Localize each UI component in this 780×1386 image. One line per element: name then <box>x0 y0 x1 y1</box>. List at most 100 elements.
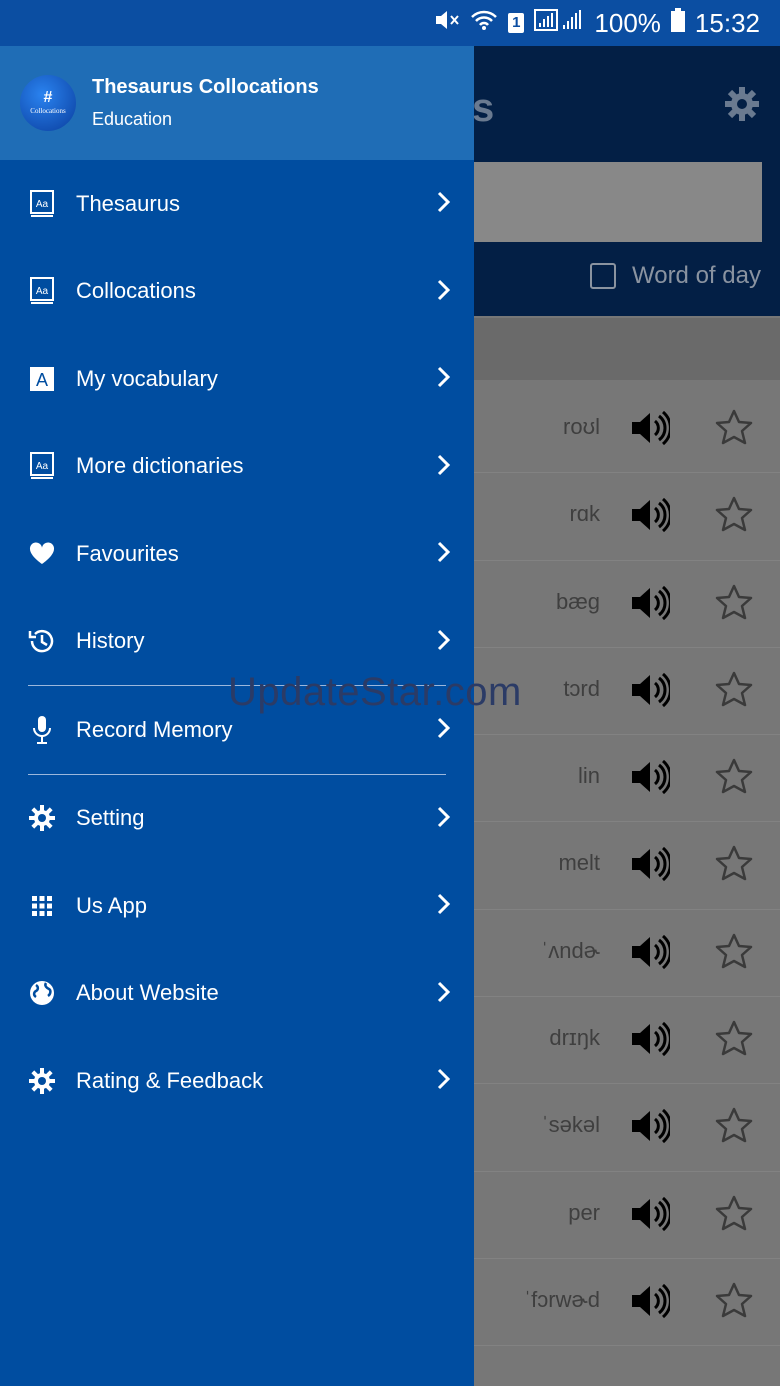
menu-item-label: More dictionaries <box>76 453 244 479</box>
app-logo: # Collocations <box>20 75 76 131</box>
speaker-icon[interactable] <box>630 1196 672 1232</box>
speaker-icon[interactable] <box>630 1021 672 1057</box>
speaker-icon[interactable] <box>630 1283 672 1319</box>
word-of-day-checkbox[interactable] <box>590 263 616 289</box>
chevron-right-icon <box>436 190 452 214</box>
svg-text:Aa: Aa <box>36 286 49 297</box>
star-icon[interactable] <box>714 757 754 797</box>
menu-item-setting[interactable]: Setting <box>0 775 474 863</box>
pronunciation: tɔrd <box>563 675 600 701</box>
menu-item-label: Favourites <box>76 540 179 566</box>
watermark: UpdateStar.com <box>228 670 522 714</box>
pronunciation: rɑk <box>569 501 600 527</box>
signal-icon <box>534 9 584 37</box>
speaker-icon[interactable] <box>630 585 672 621</box>
star-icon[interactable] <box>714 408 754 448</box>
speaker-icon[interactable] <box>630 846 672 882</box>
letter-a-icon: A <box>28 365 56 393</box>
menu-item-label: My vocabulary <box>76 365 218 391</box>
svg-text:Aa: Aa <box>36 461 49 472</box>
star-icon[interactable] <box>714 495 754 535</box>
chevron-right-icon <box>436 1067 452 1091</box>
pronunciation: roʊl <box>563 414 600 439</box>
speaker-icon[interactable] <box>630 1108 672 1144</box>
pronunciation: lin <box>577 763 600 789</box>
chevron-right-icon <box>436 805 452 829</box>
navigation-drawer: # Collocations Thesaurus Collocations Ed… <box>0 46 474 1386</box>
book-icon: Aa <box>28 452 56 480</box>
book-icon: Aa <box>28 277 56 305</box>
speaker-icon[interactable] <box>630 497 672 533</box>
menu-item-label: Rating & Feedback <box>76 1067 264 1093</box>
chevron-right-icon <box>436 628 452 652</box>
star-icon[interactable] <box>714 670 754 710</box>
menu-item-label: Collocations <box>76 278 196 304</box>
logo-text: Collocations <box>30 107 66 115</box>
menu-item-label: Thesaurus <box>76 190 180 216</box>
word-of-day-label: Word of day <box>632 262 761 289</box>
status-bar: 1 100% 15:32 <box>0 0 780 46</box>
chevron-right-icon <box>436 365 452 389</box>
globe-icon <box>28 979 56 1007</box>
speaker-icon[interactable] <box>630 934 672 970</box>
app-category: Education <box>92 109 173 129</box>
pronunciation: bæg <box>555 588 600 614</box>
menu-item-about-website[interactable]: About Website <box>0 950 474 1038</box>
menu-item-more-dictionaries[interactable]: Aa More dictionaries <box>0 423 474 511</box>
chevron-right-icon <box>436 278 452 302</box>
star-icon[interactable] <box>714 844 754 884</box>
star-icon[interactable] <box>714 583 754 623</box>
heart-icon <box>28 540 56 568</box>
star-icon[interactable] <box>714 1019 754 1059</box>
menu-item-label: Setting <box>76 805 145 831</box>
speaker-icon[interactable] <box>630 672 672 708</box>
wifi-icon <box>470 9 498 37</box>
mute-icon <box>434 9 460 37</box>
star-icon[interactable] <box>714 1281 754 1321</box>
sim-badge: 1 <box>508 13 525 33</box>
drawer-menu: Aa Thesaurus Aa Collocations A My vocabulary A… <box>0 160 474 1125</box>
menu-item-label: About Website <box>76 980 219 1006</box>
logo-symbol: # <box>43 89 53 106</box>
book-icon: Aa <box>28 189 56 218</box>
word-of-day-toggle[interactable]: Word of day <box>590 262 761 290</box>
pronunciation: melt <box>558 850 600 876</box>
gear-icon <box>28 804 56 832</box>
pronunciation: ˈsəkəl <box>541 1112 600 1138</box>
menu-item-collocations[interactable]: Aa Collocations <box>0 248 474 336</box>
menu-item-label: History <box>76 628 145 654</box>
menu-item-rating-feedback[interactable]: Rating & Feedback <box>0 1037 474 1125</box>
menu-item-us-app[interactable]: Us App <box>0 862 474 950</box>
pronunciation: ˈʌndɚ <box>540 937 600 963</box>
pronunciation: ˈfɔrwɚd <box>523 1286 600 1312</box>
search-input[interactable] <box>472 162 762 242</box>
speaker-icon[interactable] <box>630 410 672 446</box>
app-name: Thesaurus Collocations <box>92 76 319 98</box>
drawer-header: # Collocations Thesaurus Collocations Ed… <box>0 46 474 160</box>
menu-item-thesaurus[interactable]: Aa Thesaurus <box>0 160 474 248</box>
menu-item-label: Us App <box>76 892 147 918</box>
battery-level: 100% <box>594 7 661 38</box>
pronunciation: per <box>568 1199 600 1225</box>
grid-icon <box>28 892 56 920</box>
chevron-right-icon <box>436 540 452 564</box>
pronunciation: drɪŋk <box>549 1025 600 1051</box>
battery-icon <box>670 8 685 38</box>
menu-item-my-vocabulary[interactable]: A My vocabulary <box>0 335 474 423</box>
chevron-right-icon <box>436 980 452 1004</box>
star-icon[interactable] <box>714 1194 754 1234</box>
speaker-icon[interactable] <box>630 759 672 795</box>
menu-item-label: Record Memory <box>76 716 233 742</box>
chevron-right-icon <box>436 892 452 916</box>
history-icon <box>28 627 56 655</box>
star-icon[interactable] <box>714 932 754 972</box>
gear-icon <box>28 1067 56 1095</box>
clock: 15:32 <box>694 7 760 38</box>
svg-text:A: A <box>36 370 48 390</box>
microphone-icon <box>28 715 56 744</box>
chevron-right-icon <box>436 453 452 477</box>
settings-gear-icon[interactable] <box>722 84 762 124</box>
svg-text:Aa: Aa <box>36 199 49 210</box>
star-icon[interactable] <box>714 1106 754 1146</box>
menu-item-favourites[interactable]: Favourites <box>0 510 474 598</box>
